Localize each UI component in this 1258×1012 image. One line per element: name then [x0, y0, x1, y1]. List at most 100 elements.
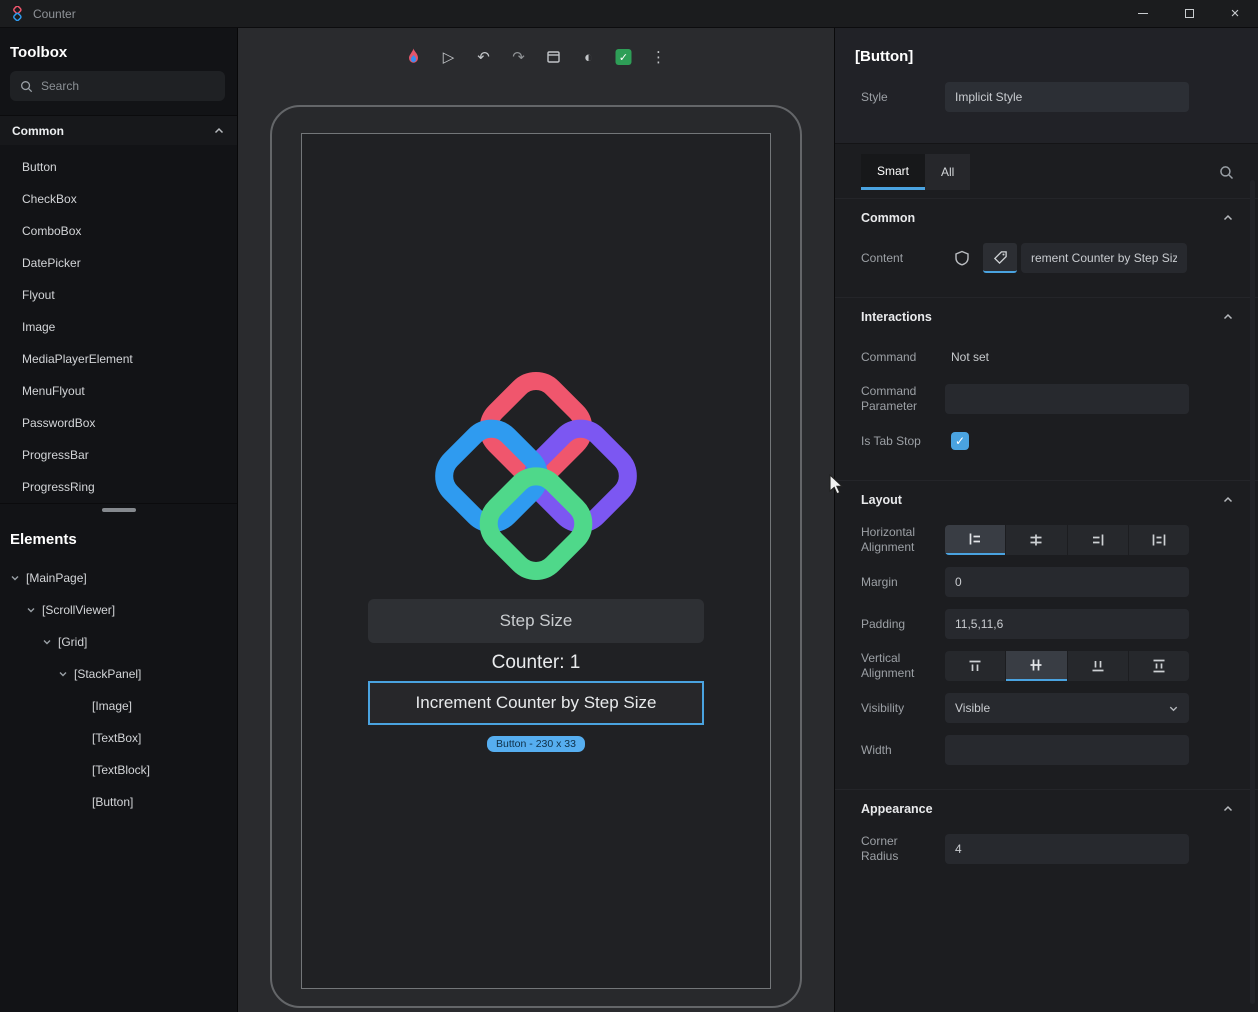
content-input[interactable]: [1021, 243, 1187, 273]
tree-item-scrollviewer[interactable]: [ScrollViewer]: [0, 594, 237, 626]
minimize-icon: [1138, 13, 1148, 14]
redo-icon[interactable]: ↷: [506, 44, 532, 70]
toolbox-item-progressbar[interactable]: ProgressBar: [0, 439, 237, 471]
align-center-vertical-icon[interactable]: [1006, 651, 1067, 681]
inspector-scrollbar[interactable]: [1250, 180, 1255, 1004]
command-label: Command: [861, 349, 917, 364]
horizontal-alignment-group: [945, 525, 1189, 555]
selected-element-title: [Button]: [855, 48, 914, 65]
chevron-down-icon[interactable]: [58, 669, 68, 679]
align-center-horizontal-icon[interactable]: [1006, 525, 1067, 555]
command-parameter-input[interactable]: [945, 384, 1189, 414]
align-top-icon[interactable]: [945, 651, 1006, 681]
tree-item-mainpage[interactable]: [MainPage]: [0, 562, 237, 594]
tree-item-button[interactable]: [Button]: [0, 786, 237, 818]
play-icon[interactable]: ▷: [436, 44, 462, 70]
binding-shield-icon[interactable]: [945, 243, 979, 273]
theme-toggle-icon[interactable]: ◐: [576, 44, 602, 70]
toolbox-section-common[interactable]: Common: [0, 115, 237, 145]
content-label: Content: [861, 250, 904, 265]
align-left-icon[interactable]: [945, 525, 1006, 555]
close-button[interactable]: ×: [1212, 0, 1258, 27]
properties-search-icon[interactable]: [1219, 165, 1234, 180]
padding-input[interactable]: [945, 609, 1189, 639]
step-size-textbox[interactable]: Step Size: [368, 599, 704, 643]
corner-radius-input[interactable]: [945, 834, 1189, 864]
tab-all[interactable]: All: [925, 154, 971, 190]
align-stretch-horizontal-icon[interactable]: [1128, 525, 1189, 555]
corner-radius-label: Corner Radius: [861, 834, 899, 863]
app-logo-image[interactable]: [430, 370, 642, 585]
chevron-down-icon[interactable]: [42, 637, 52, 647]
window-form-icon[interactable]: [541, 44, 567, 70]
visibility-select[interactable]: Visible: [945, 693, 1189, 723]
horizontal-alignment-label: Horizontal Alignment: [861, 525, 916, 554]
elements-title: Elements: [10, 531, 77, 548]
align-bottom-icon[interactable]: [1067, 651, 1128, 681]
window-title: Counter: [33, 6, 76, 21]
tree-item-image[interactable]: [Image]: [0, 690, 237, 722]
tab-smart[interactable]: Smart: [861, 154, 926, 190]
sidebar-splitter[interactable]: [0, 503, 237, 515]
section-interactions-header[interactable]: Interactions: [861, 298, 1234, 336]
toolbox-item-mediaplayerelement[interactable]: MediaPlayerElement: [0, 343, 237, 375]
literal-tag-icon[interactable]: [983, 243, 1017, 273]
undo-icon[interactable]: ↶: [471, 44, 497, 70]
toolbox-search[interactable]: [10, 71, 225, 101]
tree-item-grid[interactable]: [Grid]: [0, 626, 237, 658]
more-options-icon[interactable]: ⋮: [646, 44, 672, 70]
minimize-button[interactable]: [1120, 0, 1166, 27]
chevron-down-icon[interactable]: [10, 573, 20, 583]
chevron-down-icon[interactable]: [26, 605, 36, 615]
padding-label: Padding: [861, 616, 906, 631]
canvas-toolbar: ▷ ↶ ↷ ◐ ✓ ⋮: [401, 44, 672, 70]
section-layout: Layout Horizontal Alignment Margin 0 Pad…: [835, 480, 1258, 783]
design-canvas[interactable]: ▷ ↶ ↷ ◐ ✓ ⋮ Step Size Counter: 1 Increme…: [238, 28, 834, 1012]
selection-size-badge: Button - 230 x 33: [487, 736, 585, 752]
device-frame: Step Size Counter: 1 Increment Counter b…: [270, 105, 802, 1008]
toolbox-item-menuflyout[interactable]: MenuFlyout: [0, 375, 237, 407]
app-preview-screen[interactable]: Step Size Counter: 1 Increment Counter b…: [301, 133, 771, 989]
margin-input[interactable]: [945, 567, 1189, 597]
toolbox-item-combobox[interactable]: ComboBox: [0, 215, 237, 247]
tree-item-textblock[interactable]: [TextBlock]: [0, 754, 237, 786]
style-label: Style: [861, 89, 888, 104]
command-value[interactable]: Not set: [945, 350, 989, 364]
tree-item-stackpanel[interactable]: [StackPanel]: [0, 658, 237, 690]
align-right-icon[interactable]: [1067, 525, 1128, 555]
toolbox-item-passwordbox[interactable]: PasswordBox: [0, 407, 237, 439]
tree-item-textbox[interactable]: [TextBox]: [0, 722, 237, 754]
maximize-icon: [1184, 9, 1194, 18]
increment-button-selected[interactable]: Increment Counter by Step Size: [368, 681, 704, 725]
hot-reload-flame-icon[interactable]: [401, 44, 427, 70]
titlebar[interactable]: Counter ×: [0, 0, 1258, 28]
align-stretch-vertical-icon[interactable]: [1128, 651, 1189, 681]
toolbox-item-button[interactable]: Button: [0, 151, 237, 183]
section-appearance-header[interactable]: Appearance: [861, 790, 1234, 828]
toolbox-section-label: Common: [12, 123, 64, 138]
is-tab-stop-checkbox[interactable]: ✓: [951, 432, 969, 450]
app-logo-icon: [10, 6, 25, 21]
vertical-alignment-label: Vertical Alignment: [861, 651, 915, 680]
counter-textblock[interactable]: Counter: 1: [492, 652, 581, 674]
toolbox-item-progressring[interactable]: ProgressRing: [0, 471, 237, 503]
chevron-up-icon: [1223, 313, 1233, 320]
splitter-handle[interactable]: [101, 508, 136, 512]
toolbox-item-flyout[interactable]: Flyout: [0, 279, 237, 311]
width-input[interactable]: [945, 735, 1189, 765]
toolbox-item-checkbox[interactable]: CheckBox: [0, 183, 237, 215]
style-input[interactable]: [945, 82, 1189, 112]
margin-label: Margin: [861, 574, 898, 589]
status-check-icon[interactable]: ✓: [611, 44, 637, 70]
toolbox-item-image[interactable]: Image: [0, 311, 237, 343]
maximize-button[interactable]: [1166, 0, 1212, 27]
section-common-header[interactable]: Common: [861, 199, 1234, 237]
app-window: Counter × Toolbox Common Button CheckBox…: [0, 0, 1258, 1012]
chevron-up-icon: [1223, 214, 1233, 221]
close-icon: ×: [1230, 5, 1240, 22]
section-layout-header[interactable]: Layout: [861, 481, 1234, 519]
check-icon: ✓: [954, 434, 966, 448]
section-interactions: Interactions Command Not set Command Par…: [835, 297, 1258, 474]
toolbox-item-datepicker[interactable]: DatePicker: [0, 247, 237, 279]
search-input[interactable]: [41, 79, 215, 93]
